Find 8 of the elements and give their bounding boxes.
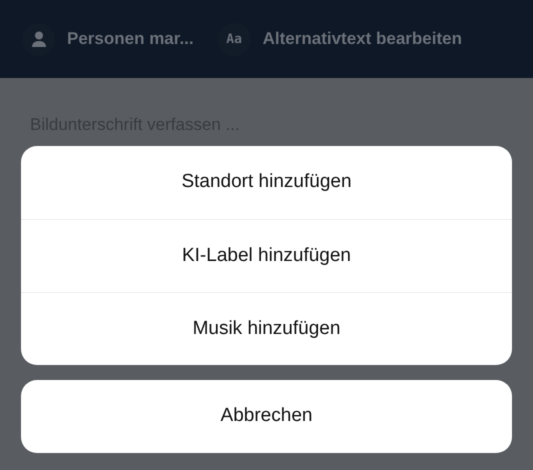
font-icon: Aa — [226, 32, 242, 46]
action-item[interactable]: Musik hinzufügen — [21, 292, 512, 365]
action-item[interactable]: KI-Label hinzufügen — [21, 219, 512, 292]
toolbar-button[interactable]: Aa Alternativtext bearbeiten — [218, 22, 462, 56]
cancel-button[interactable]: Abbrechen — [21, 380, 512, 453]
person-icon — [30, 30, 46, 48]
action-item[interactable]: Standort hinzufügen — [21, 146, 512, 219]
toolbar-button[interactable]: Personen mar... — [22, 22, 194, 56]
